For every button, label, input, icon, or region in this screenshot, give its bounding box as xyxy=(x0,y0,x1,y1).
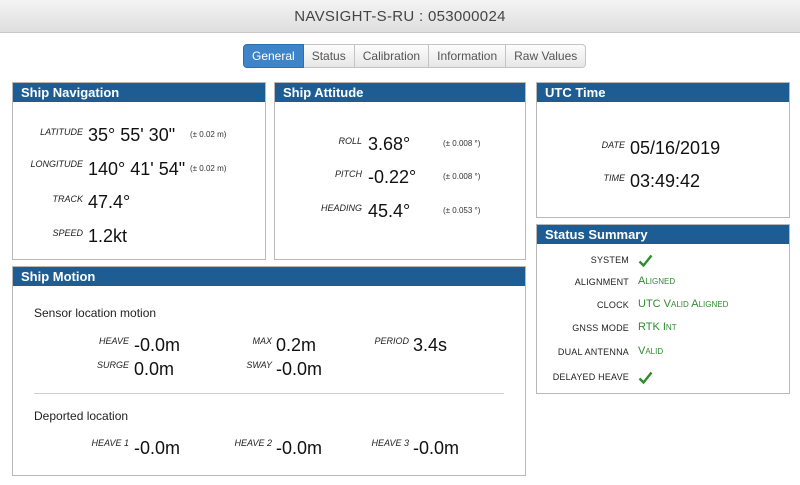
gnss-mode-label: GNSS MODE xyxy=(572,323,629,333)
ship-navigation-panel: Ship Navigation LATITUDE 35° 55' 30" (± … xyxy=(12,82,266,260)
track-label: TRACK xyxy=(52,194,83,204)
time-label: TIME xyxy=(603,173,626,183)
system-label: SYSTEM xyxy=(590,255,629,265)
section-divider xyxy=(34,393,504,394)
heading-label: HEADING xyxy=(320,203,362,213)
heave1-label: HEAVE 1 xyxy=(91,438,129,448)
time-value: 03:49:42 xyxy=(630,171,701,191)
gnss-mode-value: RTK Int xyxy=(638,321,677,333)
tab-calibration[interactable]: Calibration xyxy=(354,44,430,68)
tab-general[interactable]: General xyxy=(243,44,304,68)
check-icon xyxy=(638,371,653,385)
longitude-accuracy: (± 0.02 m) xyxy=(190,164,227,173)
surge-label: SURGE xyxy=(96,360,129,370)
speed-label: SPEED xyxy=(52,228,83,238)
status-summary-header: Status Summary xyxy=(537,225,789,244)
heave1-value: -0.0m xyxy=(134,438,181,458)
speed-value: 1.2kt xyxy=(88,226,128,246)
status-row-dual-antenna: DUAL ANTENNA Valid xyxy=(537,345,799,361)
ship-motion-header: Ship Motion xyxy=(13,267,525,286)
roll-value: 3.68° xyxy=(368,134,411,154)
dual-antenna-value: Valid xyxy=(638,345,664,357)
heave2-label: HEAVE 2 xyxy=(234,438,272,448)
status-row-clock: CLOCK UTC Valid Aligned xyxy=(537,298,799,314)
period-label: PERIOD xyxy=(374,336,409,346)
track-value: 47.4° xyxy=(88,192,131,212)
ship-attitude-header: Ship Attitude xyxy=(275,83,525,102)
status-row-alignment: ALIGNMENT Aligned xyxy=(537,275,799,291)
tab-bar: General Status Calibration Information R… xyxy=(243,44,587,68)
pitch-label: PITCH xyxy=(335,169,362,179)
check-icon xyxy=(638,254,653,268)
latitude-accuracy: (± 0.02 m) xyxy=(190,130,227,139)
alignment-value: Aligned xyxy=(638,275,676,287)
latitude-value: 35° 55' 30" xyxy=(88,125,176,145)
date-label: DATE xyxy=(601,140,625,150)
roll-accuracy: (± 0.008 °) xyxy=(443,139,481,148)
tab-information[interactable]: Information xyxy=(429,44,507,68)
sway-label: SWAY xyxy=(246,360,272,370)
status-row-delayed-heave: DELAYED HEAVE xyxy=(537,370,799,386)
deported-location-title: Deported location xyxy=(34,409,129,423)
heading-accuracy: (± 0.053 °) xyxy=(443,206,481,215)
surge-value: 0.0m xyxy=(134,359,175,379)
status-summary-panel: Status Summary SYSTEM ALIGNMENT Aligned … xyxy=(536,224,790,394)
top-bar: NAVSIGHT-S-RU : 053000024 xyxy=(0,0,800,33)
ship-motion-panel: Ship Motion Sensor location motion HEAVE… xyxy=(12,266,526,476)
pitch-accuracy: (± 0.008 °) xyxy=(443,172,481,181)
heave2-value: -0.0m xyxy=(276,438,323,458)
heading-value: 45.4° xyxy=(368,201,411,221)
dual-antenna-label: DUAL ANTENNA xyxy=(557,347,629,357)
device-title: NAVSIGHT-S-RU : 053000024 xyxy=(294,7,506,25)
ship-attitude-panel: Ship Attitude ROLL 3.68° (± 0.008 °) PIT… xyxy=(274,82,526,260)
sway-value: -0.0m xyxy=(276,359,323,379)
clock-value: UTC Valid Aligned xyxy=(638,298,729,310)
longitude-value: 140° 41' 54" xyxy=(88,159,186,179)
pitch-value: -0.22° xyxy=(368,167,417,187)
max-label: MAX xyxy=(252,336,272,346)
roll-label: ROLL xyxy=(338,136,362,146)
tab-status[interactable]: Status xyxy=(303,44,355,68)
heave-value: -0.0m xyxy=(134,335,181,355)
date-value: 05/16/2019 xyxy=(630,138,721,158)
delayed-heave-label: DELAYED HEAVE xyxy=(552,372,629,382)
utc-time-header: UTC Time xyxy=(537,83,789,102)
status-row-gnss-mode: GNSS MODE RTK Int xyxy=(537,321,799,337)
heave3-value: -0.0m xyxy=(413,438,460,458)
heave3-label: HEAVE 3 xyxy=(371,438,409,448)
status-row-system: SYSTEM xyxy=(537,253,799,269)
latitude-label: LATITUDE xyxy=(40,127,83,137)
period-value: 3.4s xyxy=(413,335,448,355)
ship-navigation-header: Ship Navigation xyxy=(13,83,265,102)
heave-label: HEAVE xyxy=(98,336,129,346)
longitude-label: LONGITUDE xyxy=(30,159,83,169)
sensor-location-title: Sensor location motion xyxy=(34,306,157,320)
tab-raw-values[interactable]: Raw Values xyxy=(506,44,587,68)
alignment-label: ALIGNMENT xyxy=(574,277,629,287)
max-value: 0.2m xyxy=(276,335,317,355)
clock-label: CLOCK xyxy=(596,300,629,310)
utc-time-panel: UTC Time DATE 05/16/2019 TIME 03:49:42 xyxy=(536,82,790,218)
